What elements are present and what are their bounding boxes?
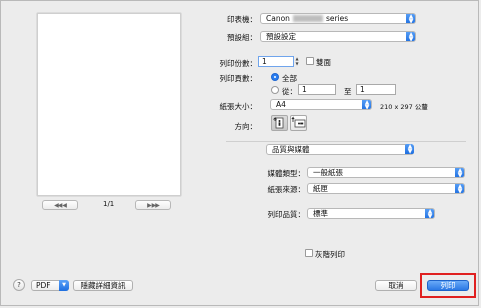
hide-details-button[interactable]: 隱藏詳細資訊	[73, 280, 133, 291]
print-quality-label: 列印品質：	[267, 210, 306, 219]
section-divider	[226, 141, 466, 142]
printer-name-suffix: series	[325, 14, 349, 23]
paper-source-popup[interactable]: 紙匣 ▲ ▼	[307, 183, 465, 194]
printer-label: 印表機：	[227, 15, 257, 24]
paper-source-value: 紙匣	[313, 184, 328, 193]
copies-input[interactable]: 1	[258, 56, 294, 67]
popup-arrows-icon: ▲ ▼	[455, 168, 464, 177]
popup-arrows-icon: ▲ ▼	[406, 14, 415, 23]
page-preview	[37, 13, 181, 196]
preset-popup[interactable]: 預設設定 ▲ ▼	[260, 31, 416, 42]
chevron-down-icon: ▼	[59, 280, 69, 291]
popup-arrows-icon: ▲ ▼	[425, 209, 434, 218]
section-arrow-wrap: ▲ ▼	[404, 144, 414, 155]
pdf-button[interactable]: PDF ▼	[31, 280, 69, 291]
grayscale-label: 灰階列印	[315, 250, 345, 259]
popup-arrows-icon: ▲ ▼	[455, 184, 464, 193]
page-indicator: 1/1	[103, 200, 115, 208]
pages-from-input[interactable]: 1	[298, 84, 336, 95]
duplex-label: 雙面	[316, 58, 331, 67]
next-arrows-icon: ▶ ▶▶	[147, 201, 160, 209]
paper-dimensions: 210 x 297 公釐	[380, 103, 428, 111]
paper-source-label: 紙張來源：	[267, 185, 306, 194]
help-button[interactable]: ?	[13, 279, 25, 291]
section-popup[interactable]: 品質與媒體 ▲ ▼	[266, 144, 414, 155]
copies-label: 列印份數：	[219, 59, 258, 68]
printer-name-prefix: Canon	[266, 14, 290, 23]
prev-page-button[interactable]: ◀◀ ◀	[42, 200, 78, 210]
media-type-label: 媒體類型：	[267, 169, 306, 178]
duplex-checkbox[interactable]	[306, 57, 314, 65]
orientation-label: 方向：	[234, 122, 258, 131]
pages-all-radio[interactable]	[271, 73, 279, 81]
landscape-button[interactable]	[290, 115, 307, 131]
redacted-model	[292, 15, 323, 22]
print-quality-value: 標準	[313, 209, 328, 218]
pages-label: 列印頁數：	[219, 74, 258, 83]
print-quality-popup[interactable]: 標準 ▲ ▼	[307, 208, 435, 219]
pages-to-input[interactable]: 1	[356, 84, 396, 95]
next-page-button[interactable]: ▶ ▶▶	[135, 200, 171, 210]
pages-range-radio[interactable]	[271, 86, 279, 94]
preset-value: 預設設定	[266, 32, 296, 41]
paper-size-value: A4	[276, 100, 286, 109]
pdf-label: PDF	[36, 281, 51, 290]
pages-to-text: 至	[344, 87, 352, 96]
portrait-button[interactable]	[271, 115, 288, 131]
portrait-icon	[273, 117, 284, 129]
popup-arrows-icon: ▲ ▼	[406, 32, 415, 41]
popup-arrows-icon: ▲ ▼	[405, 144, 414, 154]
media-type-value: 一般紙張	[313, 168, 343, 177]
pages-from-label: 從：	[282, 87, 297, 96]
pages-all-label: 全部	[282, 74, 297, 83]
paper-size-popup[interactable]: A4 ▲ ▼	[270, 99, 372, 110]
media-type-popup[interactable]: 一般紙張 ▲ ▼	[307, 167, 465, 178]
preset-label: 預設組：	[227, 33, 257, 42]
landscape-icon	[291, 116, 306, 128]
copies-stepper-icon[interactable]: ▲ ▼	[294, 56, 300, 67]
pages-to-label: 至	[344, 86, 352, 97]
grayscale-checkbox[interactable]	[305, 249, 313, 257]
popup-arrows-icon: ▲ ▼	[362, 100, 371, 109]
section-value: 品質與媒體	[272, 145, 310, 154]
printer-popup[interactable]: Canon series ▲ ▼	[260, 13, 416, 24]
paper-size-label: 紙張大小：	[219, 102, 258, 111]
highlight-frame	[420, 273, 476, 298]
prev-arrows-icon: ◀◀ ◀	[54, 201, 67, 209]
cancel-button[interactable]: 取消	[375, 280, 417, 291]
